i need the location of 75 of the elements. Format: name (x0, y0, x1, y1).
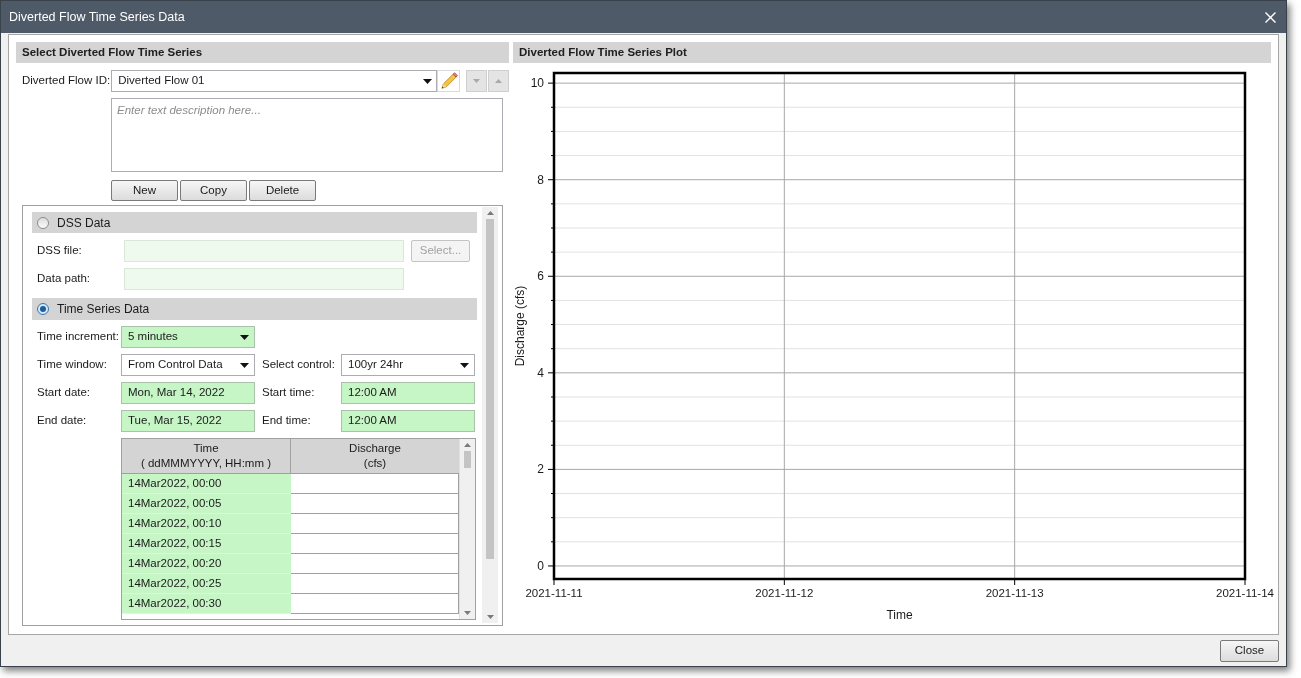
radio-button[interactable] (37, 216, 49, 229)
caret-icon (240, 334, 249, 340)
field-label: End date: (37, 413, 88, 429)
table-cell[interactable] (291, 534, 459, 554)
edit-button[interactable] (437, 70, 460, 92)
axis-tick-label: 10 (530, 76, 544, 91)
table-cell: 14Mar2022, 00:20 (122, 554, 291, 574)
axis-title: Discharge (cfs) (513, 285, 527, 367)
field-label: Time window: (37, 357, 108, 373)
text-field[interactable]: Mon, Mar 14, 2022 (121, 382, 255, 404)
field-label: Data path: (37, 271, 92, 287)
axis-title: Time (886, 608, 913, 622)
close-icon[interactable] (1265, 11, 1276, 23)
caret-icon (460, 362, 469, 368)
field-label: Diverted Flow ID: (22, 73, 112, 89)
field-label: Start time: (262, 385, 316, 401)
down-triangle-icon (486, 615, 494, 619)
column-header: Discharge (cfs) (348, 441, 402, 471)
description-field[interactable]: Enter text description here... (111, 98, 503, 172)
text-field[interactable]: 12:00 AM (341, 382, 475, 404)
axis-tick-label: 2021-11-11 (525, 587, 583, 599)
axis-tick-label: 2021-11-14 (1216, 587, 1274, 599)
table-cell: 14Mar2022, 00:25 (122, 574, 291, 594)
field-label: Time increment: (37, 329, 120, 345)
caret-icon (240, 362, 249, 368)
table-cell[interactable] (291, 474, 459, 494)
table-cell: 14Mar2022, 00:15 (122, 534, 291, 554)
close-button[interactable]: Close (1220, 639, 1279, 662)
dropdown[interactable]: From Control Data (121, 354, 255, 376)
field-label: End time: (262, 413, 312, 429)
table-cell: 14Mar2022, 00:00 (122, 474, 291, 494)
scrollbar[interactable] (482, 207, 498, 623)
table-cell: 14Mar2022, 00:05 (122, 494, 291, 514)
axis-tick-label: 0 (537, 558, 544, 573)
down-triangle-icon (473, 79, 480, 83)
up-triangle-icon (495, 79, 502, 83)
axis-tick-label: 2021-11-12 (755, 587, 814, 599)
button[interactable]: Copy (180, 180, 247, 201)
table-cell[interactable] (291, 574, 459, 594)
section-title: DSS Data (57, 214, 111, 232)
dropdown[interactable]: Diverted Flow 01 (111, 70, 437, 92)
table-cell[interactable] (291, 494, 459, 514)
field-label: DSS file: (37, 243, 83, 259)
scrollbar-thumb[interactable] (464, 451, 471, 468)
up-triangle-icon (464, 443, 471, 447)
field-label: Start date: (37, 385, 92, 401)
scrollbar[interactable] (459, 439, 475, 619)
table-cell[interactable] (291, 514, 459, 534)
button[interactable]: New (111, 180, 178, 201)
axis-tick-label: 4 (537, 365, 544, 380)
text-field[interactable]: 12:00 AM (341, 410, 475, 432)
column-header: Time ( ddMMMYYYY, HH:mm ) (122, 439, 291, 473)
table-cell: 14Mar2022, 00:10 (122, 514, 291, 534)
caret-icon (423, 78, 432, 84)
window-title: Diverted Flow Time Series Data (9, 8, 185, 26)
axis-tick-label: 2021-11-13 (985, 587, 1044, 599)
dropdown[interactable]: 100yr 24hr (341, 354, 475, 376)
axis-tick-label: 8 (537, 172, 544, 187)
table-cell[interactable] (291, 594, 459, 614)
panel-header: Diverted Flow Time Series Plot (513, 42, 1271, 63)
panel-header: Select Diverted Flow Time Series (16, 42, 509, 63)
table-cell[interactable] (291, 554, 459, 574)
section-title: Time Series Data (57, 301, 150, 318)
down-triangle-icon (464, 611, 471, 615)
scrollbar-thumb[interactable] (486, 219, 494, 559)
axis-tick-label: 6 (537, 269, 544, 284)
button[interactable]: Delete (249, 180, 316, 201)
text-field[interactable]: Tue, Mar 15, 2022 (121, 410, 255, 432)
dropdown[interactable]: 5 minutes (121, 326, 255, 348)
field-label: Select control: (262, 357, 336, 373)
radio-button[interactable] (37, 303, 49, 315)
table-cell: 14Mar2022, 00:30 (122, 594, 291, 614)
pencil-icon (439, 72, 458, 90)
axis-tick-label: 2 (537, 462, 544, 477)
up-triangle-icon (486, 211, 494, 215)
